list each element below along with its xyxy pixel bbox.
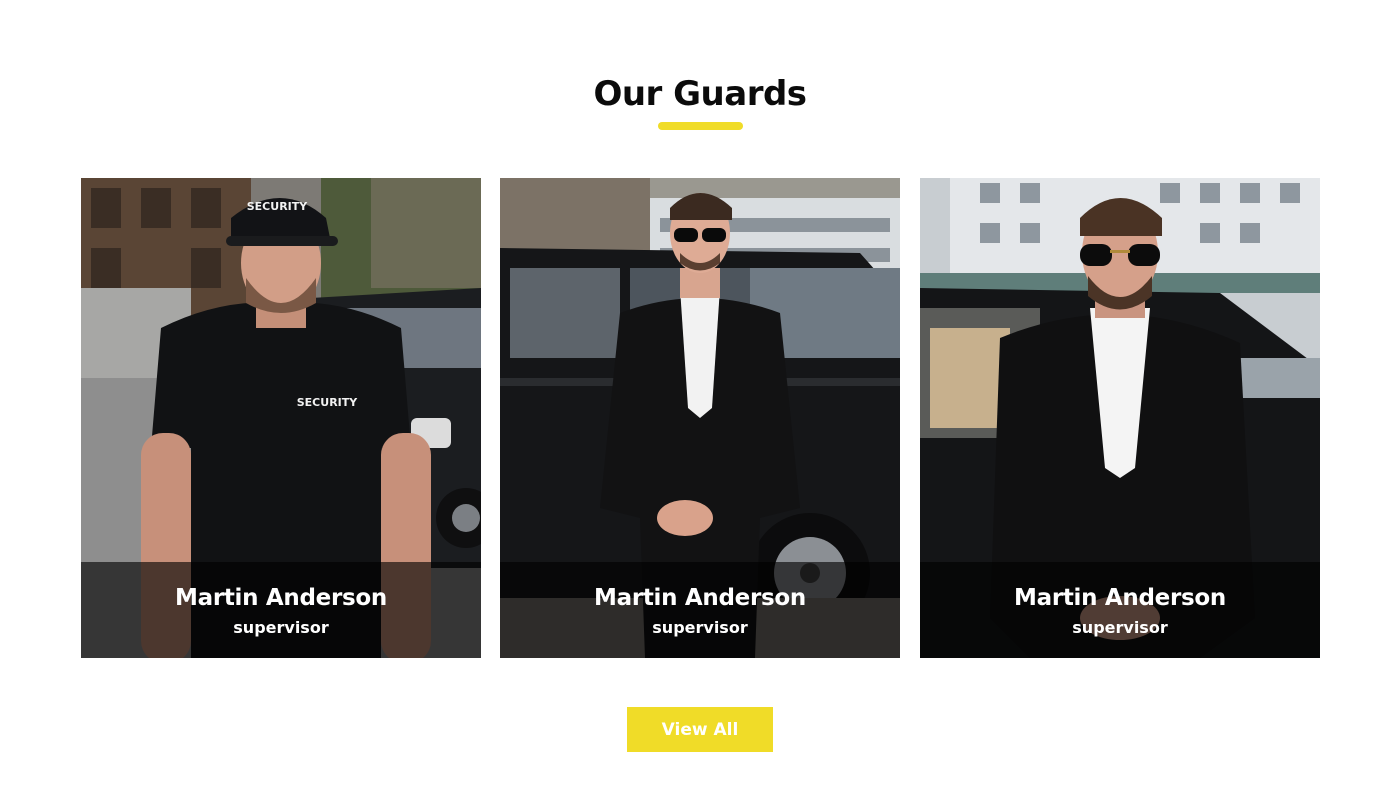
guard-card-3[interactable]: Martin Anderson supervisor bbox=[920, 178, 1320, 658]
section-title: Our Guards bbox=[593, 74, 807, 114]
guard-card-2[interactable]: Martin Anderson supervisor bbox=[500, 178, 900, 658]
view-all-button[interactable]: View All bbox=[627, 707, 773, 752]
title-underline bbox=[658, 122, 743, 130]
guard-role: supervisor bbox=[233, 618, 329, 637]
guard-name: Martin Anderson bbox=[175, 585, 387, 611]
guard-role: supervisor bbox=[652, 618, 748, 637]
guard-card-1[interactable]: SECURITY SECURITY Martin Anderson superv… bbox=[81, 178, 481, 658]
cap-text: SECURITY bbox=[247, 200, 309, 213]
guard-role: supervisor bbox=[1072, 618, 1168, 637]
shirt-text: SECURITY bbox=[297, 396, 359, 409]
guard-name: Martin Anderson bbox=[594, 585, 806, 611]
guard-name: Martin Anderson bbox=[1014, 585, 1226, 611]
